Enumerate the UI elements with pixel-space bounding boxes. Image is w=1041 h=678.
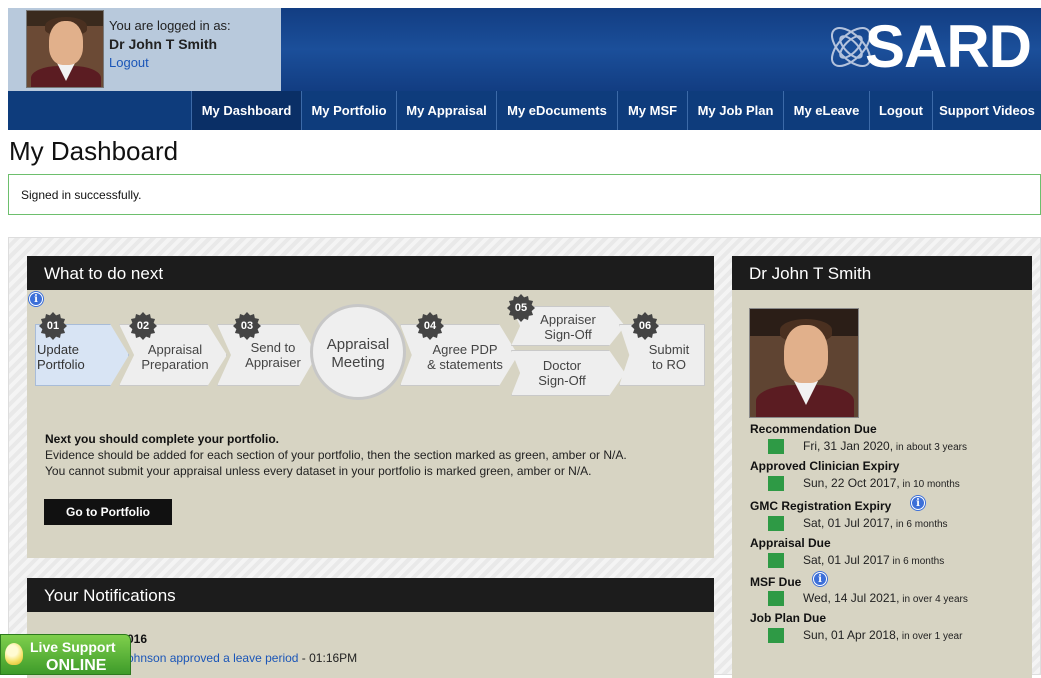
date-item: MSF Due i Wed, 14 Jul 2021, in over 4 ye… (750, 572, 1020, 611)
profile-panel: Dr John T Smith Recommendation Due Fri, … (732, 256, 1032, 678)
date-title: Job Plan Due (750, 611, 827, 625)
step-3-line1: Send to (250, 340, 296, 355)
step-meeting-line1: Appraisal (326, 336, 390, 353)
notifications-title: Your Notifications (27, 578, 714, 612)
step-3-line2: Appraiser (245, 355, 301, 370)
profile-photo (749, 308, 859, 418)
status-indicator (768, 591, 784, 606)
live-support-label: Live Support (30, 639, 116, 655)
user-name: Dr John T Smith (109, 36, 218, 52)
notification-time: - 01:16PM (298, 651, 358, 665)
info-icon[interactable]: i (911, 496, 925, 510)
date-title: Approved Clinician Expiry (750, 459, 900, 473)
what-to-do-panel: What to do next i 01 Update Portfolio 02… (27, 256, 714, 558)
status-indicator (768, 516, 784, 531)
live-support-button[interactable]: Live Support ONLINE (0, 634, 131, 675)
nav-logout[interactable]: Logout (869, 91, 932, 130)
header-banner: You are logged in as: Dr John T Smith Lo… (8, 8, 1041, 91)
main-nav: My Dashboard My Portfolio My Appraisal M… (8, 91, 1041, 130)
status-indicator (768, 439, 784, 454)
date-value: Fri, 31 Jan 2020, in about 3 years (803, 439, 967, 453)
nav-my-edocuments[interactable]: My eDocuments (496, 91, 617, 130)
user-avatar (26, 10, 104, 88)
nav-support-videos[interactable]: Support Videos (932, 91, 1041, 130)
date-value: Sat, 01 Jul 2017, in 6 months (803, 516, 948, 530)
step-2-line1: Appraisal (147, 342, 203, 357)
dashboard-main: What to do next i 01 Update Portfolio 02… (8, 237, 1041, 678)
step-1-line1: Update (37, 342, 79, 357)
nav-my-job-plan[interactable]: My Job Plan (687, 91, 783, 130)
live-support-status: ONLINE (46, 657, 107, 674)
step-2-line2: Preparation (141, 357, 209, 372)
go-to-portfolio-button[interactable]: Go to Portfolio (44, 499, 172, 525)
status-indicator (768, 476, 784, 491)
date-title: MSF Due (750, 575, 802, 589)
appraisal-steps: 01 Update Portfolio 02 Appraisal Prepara… (27, 294, 714, 414)
step-meeting-line2: Meeting (331, 354, 385, 371)
status-indicator (768, 553, 784, 568)
step-5-line2: Sign-Off (544, 327, 592, 342)
next-title: Next you should complete your portfolio. (45, 432, 280, 446)
date-value: Sat, 01 Jul 2017 in 6 months (803, 553, 945, 567)
date-title: Appraisal Due (750, 536, 831, 550)
nav-my-appraisal[interactable]: My Appraisal (396, 91, 496, 130)
step-6-line1: Submit (648, 342, 690, 357)
step-6-line2: to RO (652, 357, 686, 372)
step-4-line1: Agree PDP (432, 342, 498, 357)
step-5-line1: Appraiser (540, 312, 596, 327)
profile-name-title: Dr John T Smith (732, 256, 1032, 290)
date-title: Recommendation Due (750, 422, 877, 436)
date-item: Appraisal Due Sat, 01 Jul 2017 in 6 mont… (750, 536, 1020, 573)
date-item: Job Plan Due Sun, 01 Apr 2018, in over 1… (750, 611, 1020, 648)
page-title: My Dashboard (9, 136, 179, 166)
key-dates-list: Recommendation Due Fri, 31 Jan 2020, in … (750, 422, 1020, 648)
next-description-2: You cannot submit your appraisal unless … (45, 464, 592, 478)
what-to-do-title: What to do next (27, 256, 714, 290)
logo-text: SARD (864, 13, 1032, 80)
flash-message: Signed in successfully. (8, 174, 1041, 215)
step-1-line2: Portfolio (37, 357, 85, 372)
nav-my-portfolio[interactable]: My Portfolio (301, 91, 396, 130)
step-5-line4: Sign-Off (538, 373, 586, 388)
user-box: You are logged in as: Dr John T Smith Lo… (8, 8, 281, 91)
notification-item: ohnson approved a leave period - 01:16PM (127, 651, 357, 665)
nav-my-eleave[interactable]: My eLeave (783, 91, 869, 130)
nav-my-msf[interactable]: My MSF (617, 91, 687, 130)
lightbulb-icon (5, 643, 23, 665)
status-indicator (768, 628, 784, 643)
notification-link[interactable]: ohnson approved a leave period (127, 651, 298, 665)
date-item: Approved Clinician Expiry Sun, 22 Oct 20… (750, 459, 1020, 496)
logged-in-label: You are logged in as: (109, 18, 231, 33)
info-icon[interactable]: i (813, 572, 827, 586)
step-5-line3: Doctor (542, 358, 582, 373)
nav-my-dashboard[interactable]: My Dashboard (191, 91, 301, 130)
date-title: GMC Registration Expiry (750, 499, 892, 513)
logout-link[interactable]: Logout (109, 55, 149, 70)
date-value: Sun, 22 Oct 2017, in 10 months (803, 476, 960, 490)
step-4-line2: & statements (427, 357, 503, 372)
date-value: Wed, 14 Jul 2021, in over 4 years (803, 591, 968, 605)
date-item: GMC Registration Expiry i Sat, 01 Jul 20… (750, 496, 1020, 536)
date-value: Sun, 01 Apr 2018, in over 1 year (803, 628, 963, 642)
date-item: Recommendation Due Fri, 31 Jan 2020, in … (750, 422, 1020, 459)
next-description-1: Evidence should be added for each sectio… (45, 448, 627, 462)
